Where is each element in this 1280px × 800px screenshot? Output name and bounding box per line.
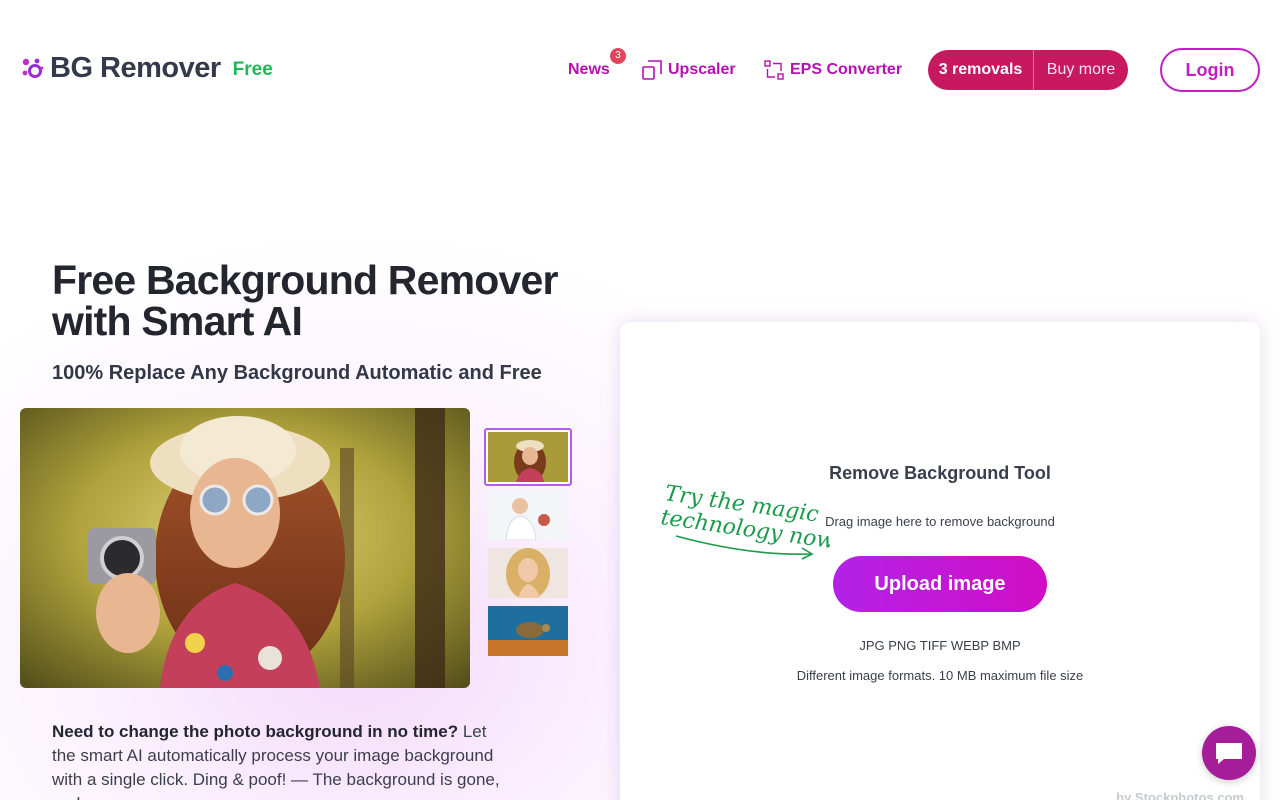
thumbnail-woman-camera[interactable]	[484, 428, 572, 486]
news-count-badge: 3	[610, 48, 626, 64]
description-lead: Need to change the photo background in n…	[52, 722, 459, 741]
buy-more-button[interactable]: Buy more	[1034, 61, 1128, 79]
upload-image-button[interactable]: Upload image	[833, 556, 1047, 612]
supported-formats: JPG PNG TIFF WEBP BMP	[859, 638, 1021, 653]
example-photo	[20, 408, 470, 688]
logo-text: BG Remover	[50, 51, 221, 84]
upscale-icon	[642, 60, 662, 80]
page-subtitle: 100% Replace Any Background Automatic an…	[52, 362, 542, 384]
nav-news[interactable]: News 3	[568, 48, 626, 90]
drag-hint: Drag image here to remove background	[825, 514, 1055, 529]
thumbnail-doctor[interactable]	[488, 490, 568, 540]
stockphotos-credit[interactable]: by Stockphotos.com	[1116, 790, 1244, 800]
removals-pill: 3 removals Buy more	[928, 50, 1128, 90]
sparkle-logo-icon	[22, 58, 44, 78]
chat-button[interactable]	[1202, 726, 1256, 780]
chat-bubble-icon	[1216, 743, 1242, 764]
hero-description: Need to change the photo background in n…	[52, 720, 512, 800]
tool-title: Remove Background Tool	[829, 463, 1051, 483]
thumbnail-blonde-woman[interactable]	[488, 548, 568, 598]
nav-eps-label: EPS Converter	[790, 61, 903, 78]
file-size-limit: Different image formats. 10 MB maximum f…	[796, 668, 1084, 683]
login-button[interactable]: Login	[1160, 48, 1260, 92]
logo[interactable]: BG Remover Free	[20, 50, 273, 86]
logo-free-label: Free	[232, 59, 273, 80]
removals-count: 3 removals	[928, 50, 1034, 90]
nav-upscaler[interactable]: Upscaler	[642, 50, 736, 90]
vector-convert-icon	[764, 60, 784, 80]
nav-news-label: News	[568, 61, 610, 78]
page-title: Free Background Remover with Smart AI	[52, 257, 558, 344]
nav-eps-converter[interactable]: EPS Converter	[764, 50, 902, 90]
site-header: BG Remover Free News 3 Upscaler EPS Conv…	[0, 0, 1280, 140]
thumbnail-sea-turtle[interactable]	[488, 606, 568, 656]
upload-card[interactable]: Try the magic technology now! Remove Bac…	[620, 322, 1260, 800]
nav-upscaler-label: Upscaler	[668, 61, 736, 78]
